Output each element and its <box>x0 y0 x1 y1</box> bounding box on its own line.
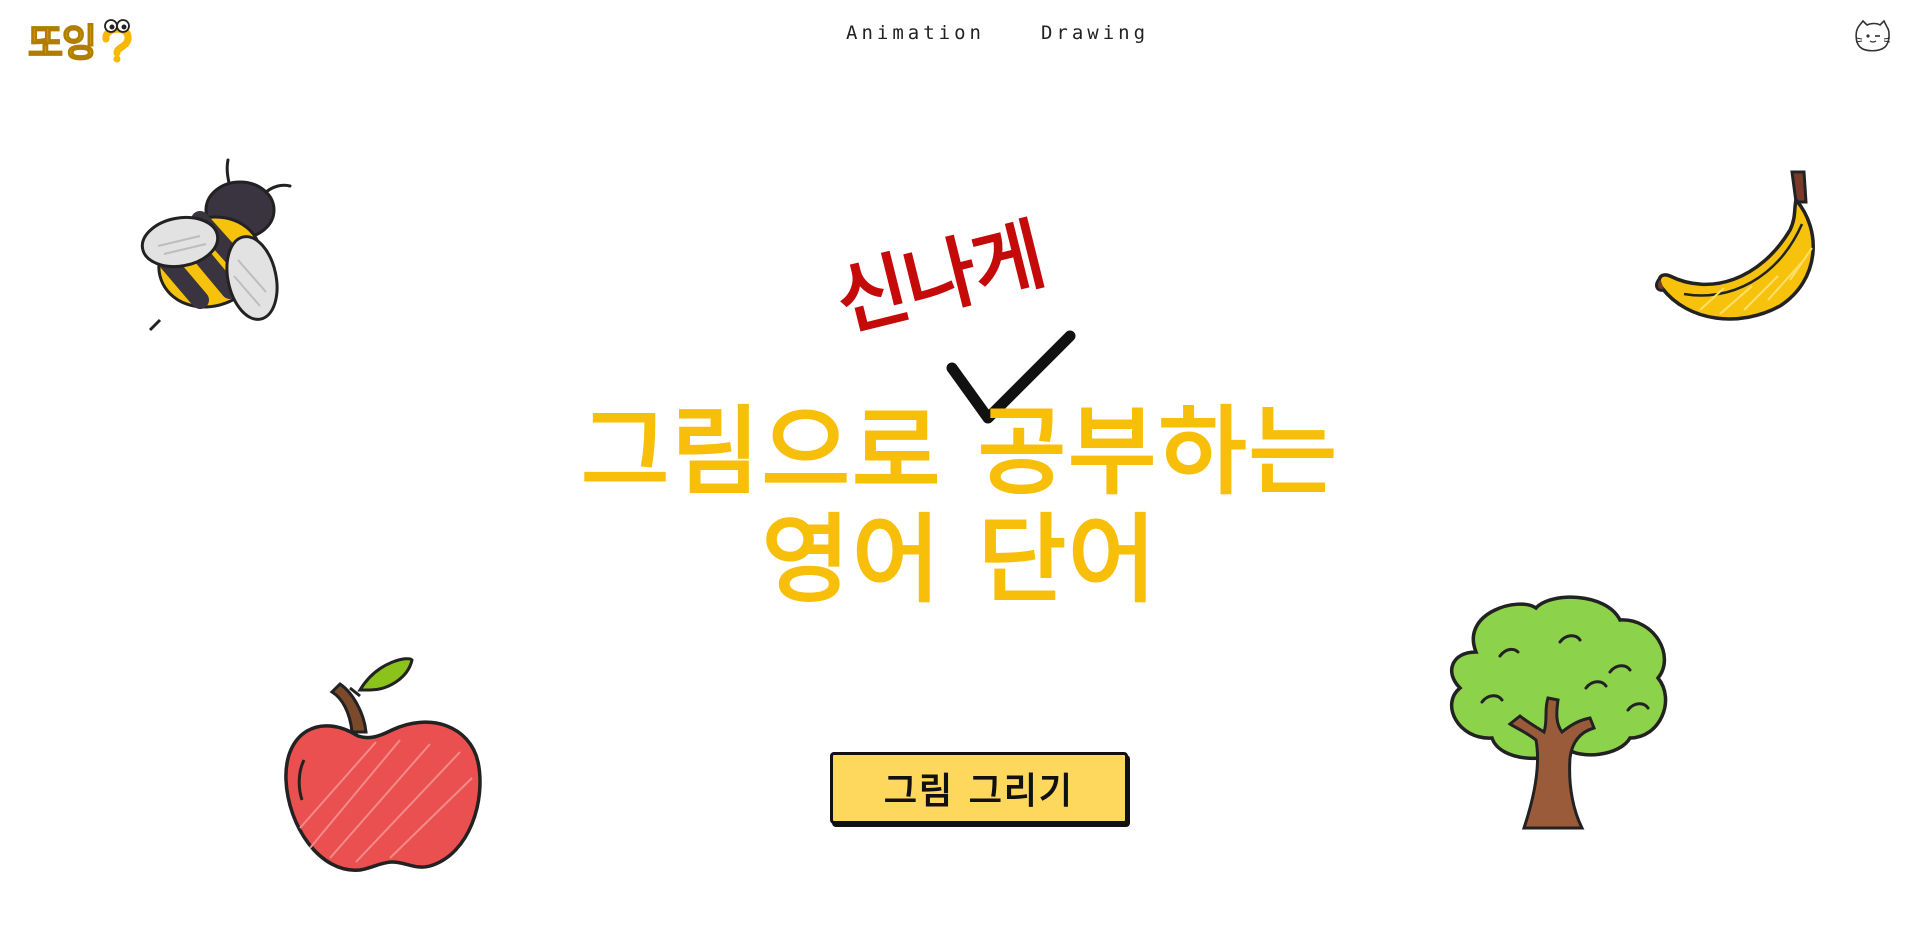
bee-icon <box>130 150 300 340</box>
hero-title-line-2: 영어 단어 <box>761 504 1159 616</box>
apple-icon <box>280 648 490 878</box>
start-drawing-button[interactable]: 그림 그리기 <box>830 752 1128 824</box>
nav-drawing[interactable]: Drawing <box>1041 22 1149 44</box>
logo-text: 또잉 <box>27 20 97 66</box>
hero-accent-word: 신나게 <box>827 210 1053 349</box>
logo-link[interactable]: 또잉 <box>27 12 134 67</box>
site-header: 또잉 Animation Drawing <box>0 0 1920 80</box>
banana-icon <box>1640 160 1830 330</box>
logo-question-eyes-icon <box>100 17 134 63</box>
profile-cat-icon[interactable] <box>1853 18 1893 54</box>
tree-icon <box>1440 592 1680 832</box>
hero-title: 그림으로 공부하는 영어 단어 <box>460 398 1460 614</box>
main-nav: Animation Drawing <box>846 22 1149 44</box>
hero-title-line-1: 그림으로 공부하는 <box>581 396 1339 508</box>
nav-animation[interactable]: Animation <box>846 22 985 44</box>
